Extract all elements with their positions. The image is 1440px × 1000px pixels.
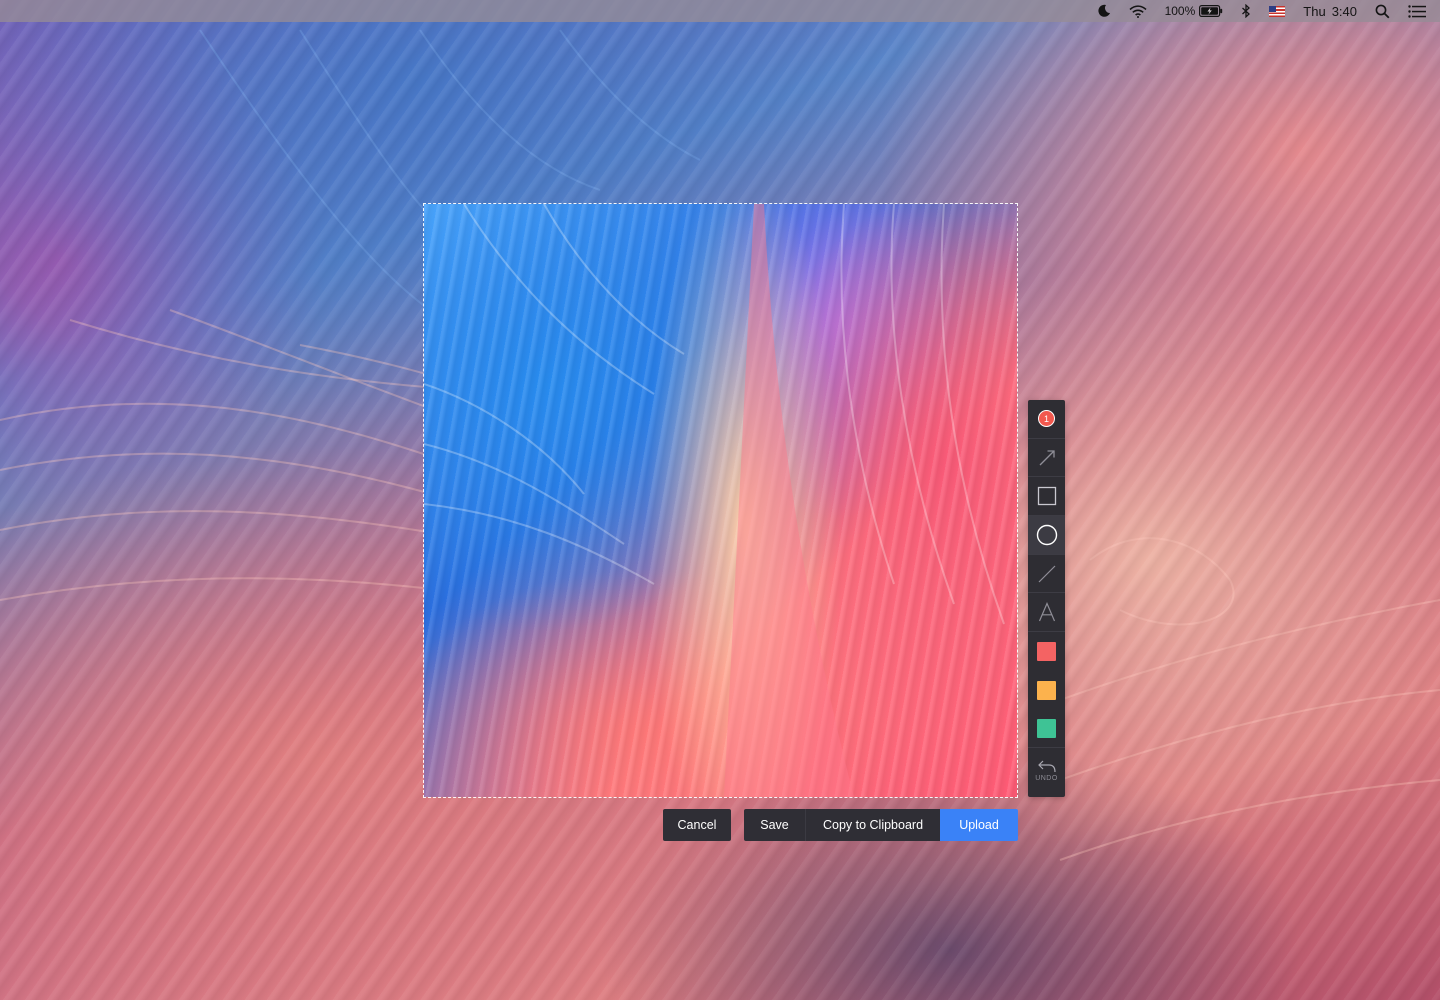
rectangle-tool[interactable]	[1028, 477, 1065, 517]
color-swatch-orange[interactable]	[1028, 671, 1065, 710]
green-swatch	[1037, 718, 1056, 738]
red-swatch	[1037, 641, 1056, 661]
clock[interactable]: Thu 3:40	[1294, 0, 1366, 22]
rectangle-icon	[1037, 487, 1056, 506]
input-source-us-flag-icon[interactable]	[1260, 0, 1294, 22]
counter-badge: 1	[1038, 410, 1055, 428]
notification-center-icon[interactable]	[1399, 0, 1440, 22]
capture-selection-area[interactable]	[423, 203, 1018, 798]
cancel-button[interactable]: Cancel	[663, 809, 731, 841]
undo-button[interactable]: UNDO	[1028, 748, 1065, 794]
moon-icon[interactable]	[1088, 0, 1120, 22]
copy-to-clipboard-button[interactable]: Copy to Clipboard	[805, 809, 940, 841]
undo-label: UNDO	[1035, 775, 1058, 783]
line-tool[interactable]	[1028, 555, 1065, 594]
battery-percentage: 100%	[1164, 4, 1196, 18]
text-icon	[1038, 602, 1055, 622]
line-icon	[1038, 565, 1055, 583]
color-swatch-red[interactable]	[1028, 632, 1065, 671]
arrow-tool[interactable]	[1028, 439, 1065, 478]
annotation-toolbar: 1 UNDO	[1028, 400, 1065, 797]
ellipse-tool[interactable]	[1028, 516, 1065, 555]
us-flag-icon	[1269, 5, 1286, 17]
upload-button[interactable]: Upload	[940, 809, 1018, 841]
text-tool[interactable]	[1028, 593, 1065, 633]
menu-bar: 100% Thu 3:40	[0, 0, 1440, 22]
arrow-icon	[1039, 449, 1055, 465]
battery-status[interactable]: 100%	[1156, 0, 1233, 22]
bluetooth-icon[interactable]	[1232, 0, 1260, 22]
clock-time: 3:40	[1331, 3, 1357, 19]
orange-swatch	[1037, 680, 1056, 700]
undo-icon	[1037, 760, 1056, 773]
counter-tool[interactable]: 1	[1028, 400, 1065, 439]
selected-region-waves	[424, 204, 1005, 797]
save-button[interactable]: Save	[744, 809, 805, 841]
spotlight-search-icon[interactable]	[1366, 0, 1399, 22]
clock-day: Thu	[1303, 3, 1326, 19]
color-swatch-green[interactable]	[1028, 710, 1065, 749]
battery-charging-icon	[1199, 5, 1223, 17]
wifi-icon[interactable]	[1120, 0, 1156, 22]
ellipse-icon	[1036, 524, 1057, 546]
